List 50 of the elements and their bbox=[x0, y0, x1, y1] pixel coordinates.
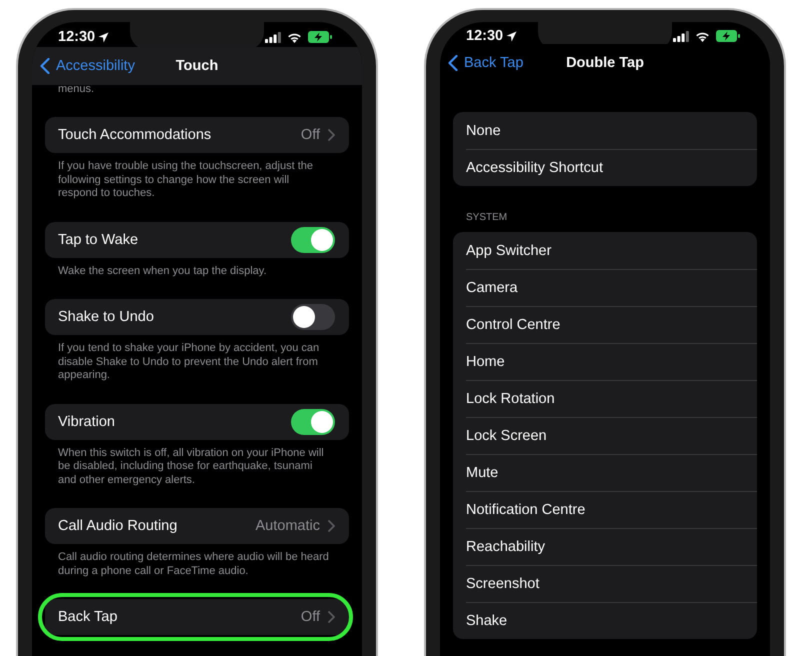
settings-row[interactable]: Camera bbox=[453, 269, 757, 306]
settings-row[interactable]: Lock Screen bbox=[453, 417, 757, 454]
toggle-switch[interactable] bbox=[291, 408, 335, 434]
settings-row[interactable]: Accessibility Shortcut bbox=[453, 149, 757, 186]
chevron-left-icon bbox=[448, 55, 458, 71]
battery-charging-icon bbox=[308, 31, 332, 44]
settings-row[interactable]: Control Centre bbox=[453, 306, 757, 343]
footer-text: If you have trouble using the touchscreen, adjust the following settings to change how the screen will respond to touches. bbox=[58, 160, 314, 200]
settings-label: Tap to Wake bbox=[58, 232, 140, 248]
settings-row[interactable]: Call Audio Routing Automatic bbox=[45, 508, 349, 544]
wifi-icon bbox=[695, 30, 710, 42]
settings-row[interactable]: App Switcher bbox=[453, 232, 757, 269]
signal-icon bbox=[265, 32, 281, 43]
toggle-switch[interactable] bbox=[291, 226, 335, 252]
settings-row[interactable]: Home bbox=[453, 343, 757, 380]
settings-row[interactable]: Vibration bbox=[45, 404, 349, 440]
toggle-switch[interactable] bbox=[291, 304, 335, 330]
settings-row[interactable]: Shake to Undo bbox=[45, 299, 349, 335]
footer-text: Call audio routing determines where audio will be heard during a phone call or FaceTime audio. bbox=[58, 551, 329, 578]
nav-title: Double Tap bbox=[566, 55, 644, 71]
settings-row[interactable]: Mute bbox=[453, 454, 757, 491]
footer-text: Wake the screen when you tap the display. bbox=[58, 264, 268, 278]
back-button[interactable]: Back Tap bbox=[448, 55, 524, 71]
footer-text: If you tend to shake your iPhone by accident, you can disable Shake to Undo to prevent the Undo alert from appearing. bbox=[58, 342, 320, 382]
chevron-left-icon bbox=[40, 58, 50, 74]
settings-row[interactable]: Touch Accommodations Off bbox=[45, 117, 349, 153]
settings-label: Shake to Undo bbox=[58, 309, 155, 325]
settings-row[interactable]: None bbox=[453, 112, 757, 149]
location-arrow-icon bbox=[506, 30, 518, 42]
location-arrow-icon bbox=[98, 32, 110, 43]
wifi-icon bbox=[287, 32, 302, 43]
section-header: SYSTEM bbox=[466, 212, 508, 224]
settings-row[interactable]: Shake bbox=[453, 602, 757, 639]
settings-row[interactable]: Notification Centre bbox=[453, 491, 757, 528]
chevron-right-icon bbox=[328, 611, 335, 623]
nav-title: Touch bbox=[176, 58, 218, 74]
settings-label: Vibration bbox=[58, 414, 116, 430]
status-time: 12:30 bbox=[58, 29, 96, 46]
settings-row[interactable]: Reachability bbox=[453, 528, 757, 565]
settings-row[interactable]: Lock Rotation bbox=[453, 380, 757, 417]
signal-icon bbox=[673, 30, 689, 42]
status-time: 12:30 bbox=[466, 28, 504, 44]
battery-charging-icon bbox=[716, 30, 740, 42]
chevron-right-icon bbox=[328, 129, 335, 141]
back-button[interactable]: Accessibility bbox=[40, 58, 135, 74]
footer-text: When this switch is off, all vibration on your iPhone will be disabled, including those for earthquake, tsunami and other emergency alerts. bbox=[58, 446, 325, 487]
footer-text: menus. bbox=[58, 82, 96, 96]
settings-row[interactable]: Screenshot bbox=[453, 565, 757, 602]
settings-row[interactable]: Tap to Wake bbox=[45, 222, 349, 258]
chevron-right-icon bbox=[328, 520, 335, 532]
